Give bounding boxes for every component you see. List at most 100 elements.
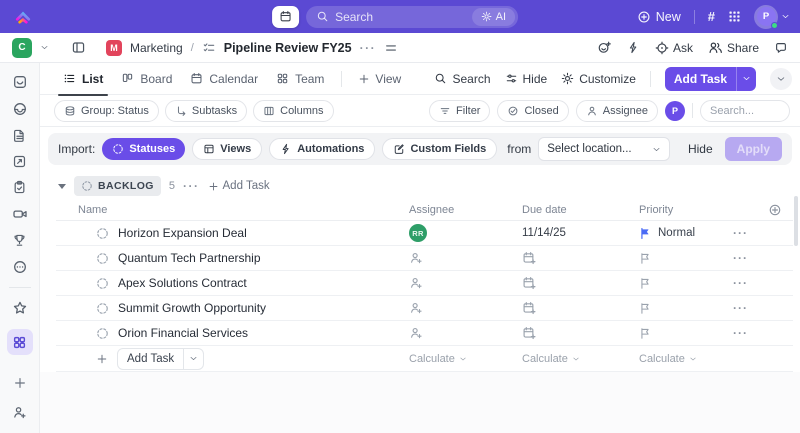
new-button[interactable]: New [637, 10, 681, 24]
scrollbar-thumb[interactable] [794, 196, 798, 246]
emoji-add-icon[interactable] [597, 40, 612, 55]
workspace-avatar[interactable]: C [12, 37, 32, 58]
docs-icon[interactable] [12, 128, 27, 143]
due-date-add-icon[interactable] [522, 251, 536, 265]
assignee-cell[interactable] [393, 276, 506, 290]
group-status-pill[interactable]: BACKLOG [74, 176, 161, 196]
priority-flag-empty-icon[interactable] [639, 327, 652, 340]
task-name[interactable]: Orion Financial Services [118, 326, 248, 340]
assignee-filter-avatar[interactable]: P [665, 100, 685, 121]
priority-flag-empty-icon[interactable] [639, 302, 652, 315]
assignee-cell[interactable]: RR [393, 224, 506, 242]
clickup-logo-icon[interactable] [14, 8, 32, 26]
column-header-priority[interactable]: Priority [639, 204, 673, 216]
add-task-dropdown[interactable] [737, 67, 756, 91]
channels-hash-icon[interactable]: # [708, 9, 715, 24]
task-name[interactable]: Apex Solutions Contract [118, 276, 247, 290]
due-date-cell[interactable] [506, 276, 623, 290]
columns-pill[interactable]: Columns [253, 99, 334, 122]
group-add-task-button[interactable]: Add Task [208, 180, 270, 192]
space-icon[interactable]: M [106, 39, 122, 56]
whiteboards-icon[interactable] [12, 154, 27, 169]
hide-button[interactable]: Hide [505, 72, 547, 86]
share-button[interactable]: Share [708, 40, 759, 55]
calculate-assignee[interactable]: Calculate [409, 353, 467, 365]
chat-bubble-icon[interactable] [774, 41, 788, 55]
due-date-add-icon[interactable] [522, 326, 536, 340]
clips-video-icon[interactable] [12, 206, 28, 222]
priority-cell[interactable] [623, 252, 719, 265]
details-lines-icon[interactable] [384, 41, 398, 55]
row-menu-icon[interactable]: ··· [733, 251, 748, 265]
assignee-avatar[interactable]: RR [409, 224, 427, 242]
tab-board[interactable]: Board [112, 63, 181, 95]
footer-add-task-button[interactable]: Add Task [117, 347, 205, 370]
footer-add-task-dropdown[interactable] [184, 349, 203, 369]
user-menu[interactable]: P [754, 4, 790, 29]
breadcrumb-space[interactable]: Marketing [130, 41, 183, 55]
sidebar-toggle-icon[interactable] [71, 40, 86, 55]
favorites-star-icon[interactable] [12, 300, 28, 316]
inbox-icon[interactable] [12, 101, 28, 117]
table-row[interactable]: Orion Financial Services ··· [56, 321, 793, 346]
assignee-cell[interactable] [393, 326, 506, 340]
table-row[interactable]: Apex Solutions Contract ··· [56, 271, 793, 296]
tab-calendar[interactable]: Calendar [181, 63, 267, 95]
assignee-cell[interactable] [393, 301, 506, 315]
location-select[interactable]: Select location... [538, 137, 671, 161]
priority-cell[interactable]: Normal [623, 227, 719, 240]
priority-flag-set[interactable]: Normal [639, 227, 695, 240]
table-row[interactable]: Summit Growth Opportunity ··· [56, 296, 793, 321]
chevron-down-icon[interactable] [40, 43, 49, 52]
assignee-add-icon[interactable] [409, 326, 423, 340]
row-menu-icon[interactable]: ··· [733, 226, 748, 240]
calendar-button[interactable] [272, 5, 300, 28]
due-date-add-icon[interactable] [522, 301, 536, 315]
table-row[interactable]: Horizon Expansion Deal RR 11/14/25 Norma… [56, 221, 793, 246]
priority-cell[interactable] [623, 327, 719, 340]
apply-button[interactable]: Apply [724, 137, 782, 161]
assignee-pill[interactable]: Assignee [575, 99, 658, 122]
priority-flag-empty-icon[interactable] [639, 252, 652, 265]
task-name[interactable]: Quantum Tech Partnership [118, 251, 261, 265]
column-header-due-date[interactable]: Due date [522, 204, 567, 216]
global-search-input[interactable]: Search AI [306, 5, 519, 28]
due-date-add-icon[interactable] [522, 276, 536, 290]
invite-person-icon[interactable] [12, 405, 27, 433]
apps-grid-icon[interactable] [728, 10, 741, 23]
table-row[interactable]: Quantum Tech Partnership ··· [56, 246, 793, 271]
row-menu-icon[interactable]: ··· [733, 326, 748, 340]
add-column-icon[interactable] [768, 203, 782, 217]
priority-cell[interactable] [623, 302, 719, 315]
due-date-cell[interactable] [506, 301, 623, 315]
more-icon[interactable] [12, 259, 28, 275]
task-status-icon[interactable] [96, 327, 109, 340]
due-date-cell[interactable] [506, 251, 623, 265]
subtasks-pill[interactable]: Subtasks [164, 99, 248, 122]
group-menu-icon[interactable]: ··· [183, 179, 200, 193]
column-header-name[interactable]: Name [78, 204, 107, 216]
assignee-add-icon[interactable] [409, 301, 423, 315]
add-view-button[interactable]: View [350, 72, 409, 86]
task-status-icon[interactable] [96, 227, 109, 240]
assignee-add-icon[interactable] [409, 251, 423, 265]
group-by-pill[interactable]: Group: Status [54, 99, 159, 122]
import-custom-fields-pill[interactable]: Custom Fields [382, 138, 498, 160]
assignee-add-icon[interactable] [409, 276, 423, 290]
goals-trophy-icon[interactable] [12, 233, 27, 248]
calculate-priority[interactable]: Calculate [639, 353, 697, 365]
row-menu-icon[interactable]: ··· [733, 301, 748, 315]
title-more-icon[interactable]: ··· [360, 41, 377, 55]
due-date-cell[interactable] [506, 326, 623, 340]
calculate-due-date[interactable]: Calculate [522, 353, 580, 365]
page-title[interactable]: Pipeline Review FY25 [224, 41, 352, 55]
add-task-button[interactable]: Add Task [664, 66, 756, 91]
task-status-icon[interactable] [96, 302, 109, 315]
column-header-assignee[interactable]: Assignee [409, 204, 454, 216]
task-name[interactable]: Summit Growth Opportunity [118, 301, 266, 315]
clipboard-check-icon[interactable] [12, 180, 27, 195]
task-status-icon[interactable] [96, 277, 109, 290]
import-automations-pill[interactable]: Automations [269, 138, 376, 160]
banner-hide-link[interactable]: Hide [688, 142, 713, 156]
filter-pill[interactable]: Filter [429, 99, 491, 122]
